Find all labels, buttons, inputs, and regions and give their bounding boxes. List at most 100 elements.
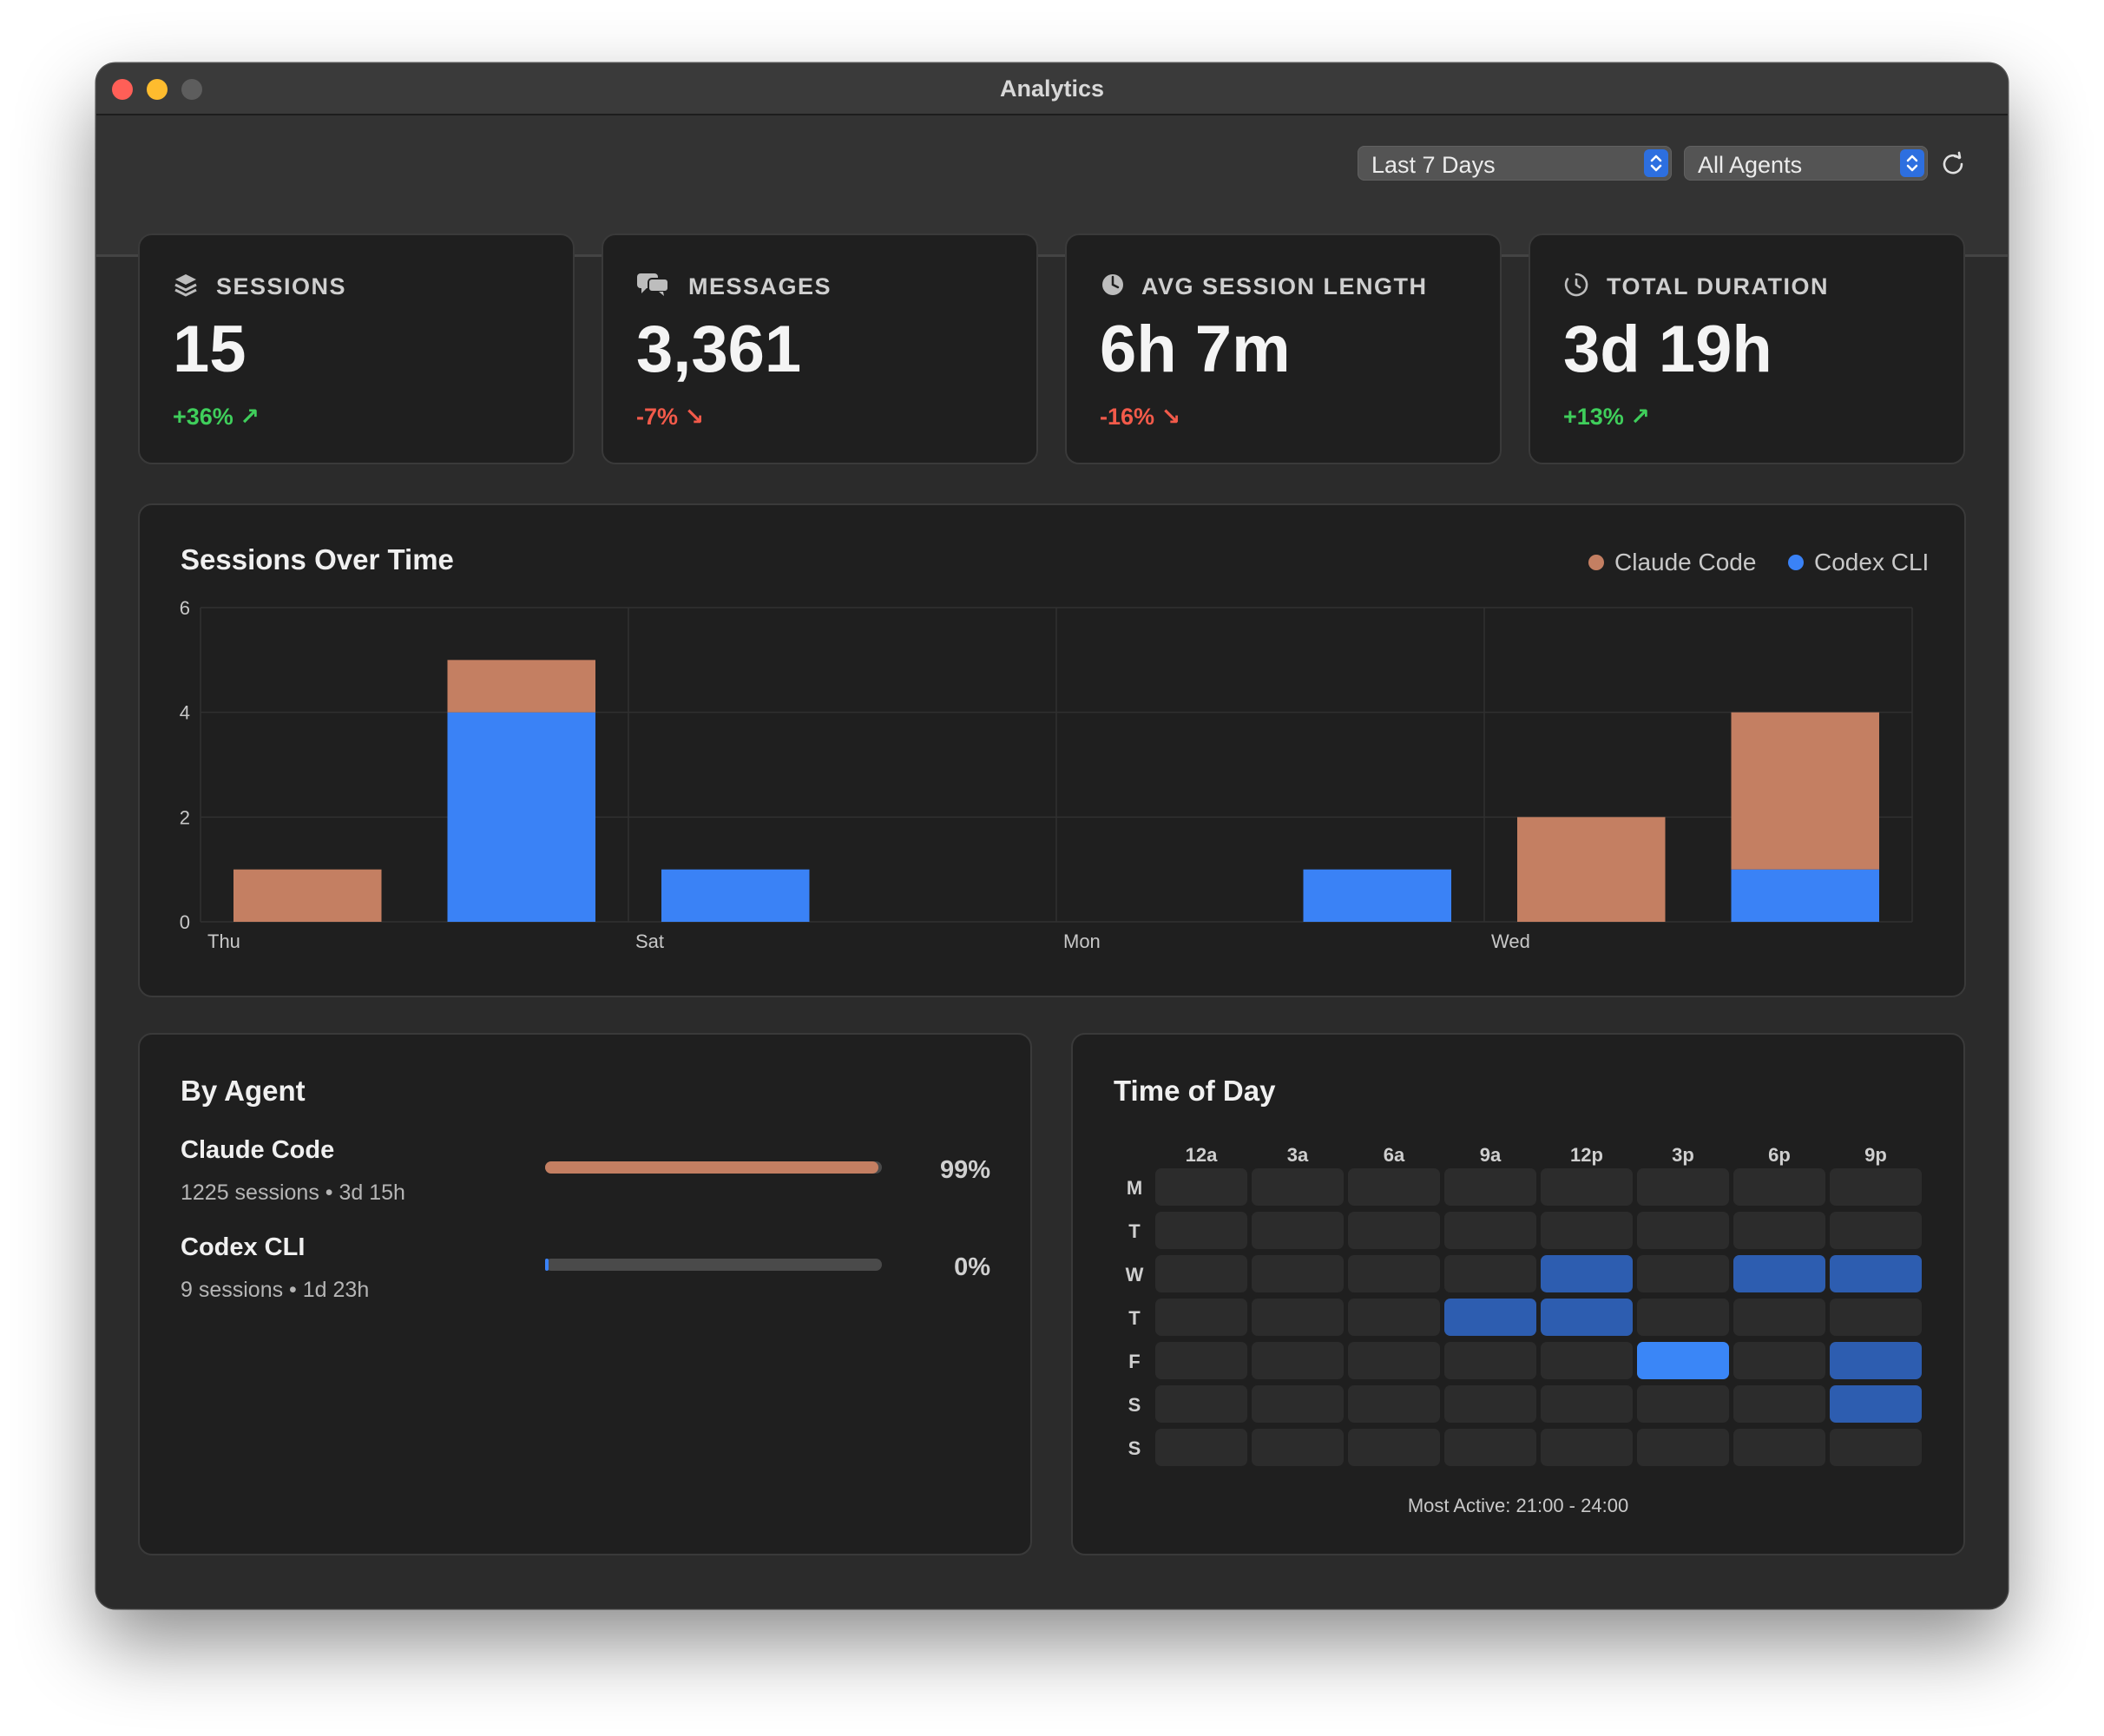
stat-delta: -16% ↘ [1100,404,1181,430]
heatmap-column-label: 9a [1479,1144,1502,1166]
heatmap-cell [1830,1299,1922,1336]
heatmap-cell [1541,1385,1633,1423]
refresh-icon[interactable] [1940,150,1966,176]
x-tick-label: Mon [1063,930,1101,952]
stat-card-total-duration: TOTAL DURATION 3d 19h +13% ↗ [1529,233,1965,464]
analytics-window: Analytics Last 7 Days All Agents SESSION… [96,63,2008,1608]
stat-card-avg-session-length: AVG SESSION LENGTH 6h 7m -16% ↘ [1065,233,1502,464]
x-tick-label: Thu [207,930,240,952]
heatmap-row-label: W [1125,1264,1144,1286]
agent-share-bar [545,1259,882,1271]
heatmap-cell [1252,1429,1344,1466]
y-tick-label: 0 [180,911,190,933]
heatmap-cell [1541,1212,1633,1249]
heatmap-column-label: 6p [1768,1144,1791,1166]
heatmap-column-label: 9p [1864,1144,1887,1166]
heatmap-cell [1348,1385,1440,1423]
x-tick-label: Wed [1491,930,1530,952]
date-range-select[interactable]: Last 7 Days [1358,146,1672,181]
heatmap-cell [1541,1255,1633,1292]
heatmap-cell [1733,1255,1825,1292]
agent-filter-select[interactable]: All Agents [1684,146,1928,181]
pie-clock-icon [1100,272,1126,298]
agent-name: Claude Code [181,1136,335,1164]
heatmap-cell [1252,1385,1344,1423]
agent-name: Codex CLI [181,1233,306,1261]
heatmap-cell [1155,1342,1247,1379]
agent-share-fill [545,1259,549,1271]
agent-percent: 99% [939,1156,990,1184]
heatmap-cell [1155,1255,1247,1292]
stat-delta: -7% ↘ [636,404,705,430]
by-agent-card: By Agent Claude Code 1225 sessions • 3d … [138,1033,1032,1555]
stat-label: TOTAL DURATION [1607,273,1829,299]
heatmap-column-label: 12p [1570,1144,1603,1166]
agent-percent: 0% [954,1253,990,1281]
heatmap-cell [1155,1299,1247,1336]
heatmap-cell [1155,1385,1247,1423]
sessions-over-time-card: Sessions Over Time Claude Code Codex CLI… [138,503,1966,997]
chevron-updown-icon [1644,149,1668,177]
heatmap-cell [1637,1429,1729,1466]
agent-share-bar [545,1161,882,1174]
window-title: Analytics [999,76,1105,102]
heatmap-cell [1733,1168,1825,1206]
stack-icon [173,272,199,298]
stat-delta: +13% ↗ [1563,404,1650,430]
heatmap-cell [1348,1255,1440,1292]
stat-label: MESSAGES [688,273,832,299]
y-tick-label: 2 [180,806,190,828]
most-active-label: Most Active: 21:00 - 24:00 [1407,1495,1629,1516]
heatmap-cell [1541,1342,1633,1379]
y-tick-label: 4 [180,702,190,724]
bar-segment-claude-code [1731,712,1879,870]
heatmap-cell [1155,1429,1247,1466]
bar-segment-codex-cli [447,712,595,922]
heatmap-cell [1830,1385,1922,1423]
stat-label: AVG SESSION LENGTH [1141,273,1428,299]
heatmap-cell [1637,1342,1729,1379]
heatmap-row-label: S [1128,1437,1141,1459]
heatmap-column-label: 12a [1185,1144,1218,1166]
heatmap-cell [1733,1342,1825,1379]
heatmap-cell [1637,1299,1729,1336]
sessions-bar-chart: 0 2 4 6 Thu Sat Mon Wed [180,597,1913,952]
date-range-value: Last 7 Days [1371,152,1496,178]
heatmap-column-label: 3p [1672,1144,1694,1166]
stat-value: 3d 19h [1563,312,1772,386]
heatmap-cell [1348,1299,1440,1336]
heatmap-column-label: 3a [1286,1144,1309,1166]
time-of-day-title: Time of Day [1114,1075,1276,1107]
heatmap-cell [1733,1212,1825,1249]
heatmap-cell [1637,1168,1729,1206]
stat-delta: +36% ↗ [173,404,260,430]
heatmap-cell [1830,1168,1922,1206]
stat-value: 6h 7m [1100,312,1291,386]
heatmap-row-label: S [1128,1394,1141,1416]
stat-card-sessions: SESSIONS 15 +36% ↗ [138,233,575,464]
stat-value: 3,361 [636,312,802,386]
heatmap-cell [1348,1342,1440,1379]
x-tick-label: Sat [635,930,664,952]
heatmap-row-label: M [1126,1177,1143,1199]
heatmap-cell [1830,1429,1922,1466]
heatmap-cell [1348,1212,1440,1249]
bar-segment-codex-cli [1303,869,1451,922]
heatmap-cell [1348,1429,1440,1466]
heatmap-cell [1155,1168,1247,1206]
stat-label: SESSIONS [216,273,347,299]
chat-bubbles-icon [636,272,669,298]
heatmap-cell [1444,1255,1536,1292]
heatmap-cell [1155,1212,1247,1249]
heatmap-cell [1444,1429,1536,1466]
time-of-day-card: Time of Day 12a 3a 6a 9a 12p 3p 6p 9p M T W T F S S Mo… [1071,1033,1965,1555]
heatmap-cell [1830,1342,1922,1379]
heatmap-row-label: F [1128,1351,1141,1372]
heatmap-cell [1541,1299,1633,1336]
heatmap-cell [1444,1299,1536,1336]
agent-filter-value: All Agents [1698,152,1803,178]
by-agent-title: By Agent [181,1075,306,1107]
stat-card-messages: MESSAGES 3,361 -7% ↘ [602,233,1038,464]
heatmap-cell [1733,1299,1825,1336]
heatmap-cell [1348,1168,1440,1206]
